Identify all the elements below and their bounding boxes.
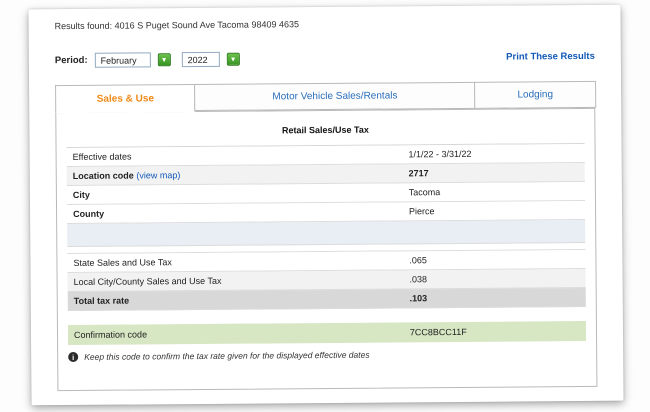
- month-dropdown-button[interactable]: ▾: [158, 53, 171, 66]
- year-dropdown-button[interactable]: ▾: [227, 53, 240, 66]
- row-value: Pierce: [409, 205, 585, 216]
- row-value: .103: [410, 292, 586, 303]
- row-value: 1/1/22 - 3/31/22: [408, 148, 584, 159]
- tab-label: Motor Vehicle Sales/Rentals: [272, 90, 397, 102]
- info-icon: i: [68, 352, 78, 362]
- results-address: 4016 S Puget Sound Ave Tacoma 98409 4635: [115, 19, 299, 30]
- row-value: Tacoma: [409, 186, 585, 197]
- tax-rate-table: Effective dates 1/1/22 - 3/31/22 Locatio…: [67, 143, 586, 311]
- results-card: Results found: 4016 S Puget Sound Ave Ta…: [28, 5, 623, 406]
- year-select[interactable]: 2022: [182, 52, 220, 67]
- view-map-link[interactable]: (view map): [136, 170, 180, 180]
- print-results-link[interactable]: Print These Results: [506, 51, 595, 63]
- tab-motor-vehicle-sales-rentals[interactable]: Motor Vehicle Sales/Rentals: [194, 82, 475, 111]
- confirmation-label: Confirmation code: [68, 327, 410, 340]
- table-title: Retail Sales/Use Tax: [56, 109, 594, 147]
- confirmation-note-row: i Keep this code to confirm the tax rate…: [68, 348, 586, 362]
- row-value: .038: [409, 273, 585, 284]
- row-label: Location code (view map): [67, 168, 409, 181]
- tab-label: Lodging: [517, 89, 553, 100]
- confirmation-value: 7CC8BCC11F: [410, 326, 586, 337]
- row-label: City: [67, 187, 409, 200]
- location-code-label: Location code: [73, 171, 134, 181]
- row-value: 2717: [409, 167, 585, 178]
- row-label: State Sales and Use Tax: [67, 255, 409, 268]
- tab-lodging[interactable]: Lodging: [474, 81, 596, 109]
- row-label: Total tax rate: [68, 293, 410, 306]
- tax-rate-panel: Retail Sales/Use Tax Effective dates 1/1…: [55, 108, 597, 391]
- row-label: County: [67, 206, 409, 219]
- tab-label: Sales & Use: [97, 93, 154, 104]
- month-select[interactable]: February: [95, 52, 151, 67]
- results-found-text: Results found: 4016 S Puget Sound Ave Ta…: [55, 17, 595, 31]
- tab-sales-and-use[interactable]: Sales & Use: [55, 84, 196, 113]
- row-value: .065: [409, 254, 585, 265]
- period-row: Period: February ▾ 2022 ▾ Print These Re…: [55, 49, 595, 68]
- period-label: Period:: [55, 55, 88, 66]
- results-found-label: Results found:: [55, 21, 113, 31]
- tab-bar: Sales & Use Motor Vehicle Sales/Rentals …: [55, 81, 595, 112]
- row-label: Local City/County Sales and Use Tax: [68, 274, 410, 287]
- row-label: Effective dates: [67, 149, 409, 162]
- confirmation-code-row: Confirmation code 7CC8BCC11F: [68, 321, 586, 345]
- confirmation-note: Keep this code to confirm the tax rate g…: [84, 350, 369, 362]
